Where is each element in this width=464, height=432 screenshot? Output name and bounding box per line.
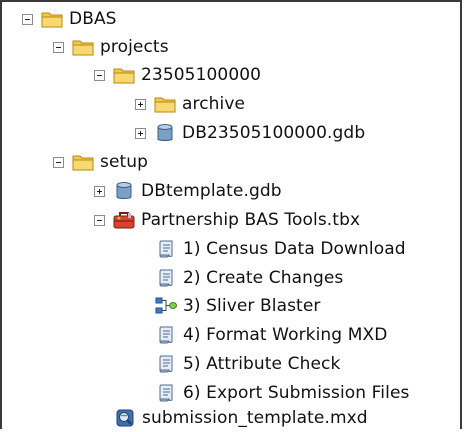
tree-item-dbas[interactable]: DBAS [22, 5, 117, 33]
folder-icon [72, 37, 94, 57]
folder-icon [72, 152, 94, 172]
tool-sliver-blaster[interactable]: 3) Sliver Blaster [155, 292, 320, 320]
tool-label: 1) Census Data Download [183, 239, 406, 259]
script-icon [155, 383, 177, 403]
tool-census-data-download[interactable]: 1) Census Data Download [155, 235, 406, 263]
script-icon [155, 239, 177, 259]
tree-item-label: archive [182, 94, 246, 114]
tree-item-label: Partnership BAS Tools.tbx [141, 210, 361, 230]
tree-item-label: setup [100, 152, 149, 172]
tool-label: 5) Attribute Check [183, 354, 341, 374]
collapse-toggle[interactable] [94, 214, 105, 226]
script-icon [155, 268, 177, 288]
folder-icon [113, 65, 135, 85]
tree-item-label: DB23505100000.gdb [182, 123, 366, 143]
geodatabase-icon [154, 123, 176, 143]
catalog-tree-panel: DBAS projects 23505100000 archive DB2350… [0, 0, 462, 429]
expand-toggle[interactable] [135, 127, 146, 139]
script-icon [155, 325, 177, 345]
tree-item-label: DBAS [69, 9, 117, 29]
map-document-icon [114, 408, 136, 428]
tree-item-label: DBtemplate.gdb [141, 181, 282, 201]
tool-create-changes[interactable]: 2) Create Changes [155, 264, 343, 292]
tool-attribute-check[interactable]: 5) Attribute Check [155, 350, 340, 378]
tree-item-db23505100000-gdb[interactable]: DB23505100000.gdb [135, 119, 365, 147]
geodatabase-icon [113, 181, 135, 201]
folder-icon [41, 9, 63, 29]
tool-label: 4) Format Working MXD [183, 325, 388, 345]
tool-label: 3) Sliver Blaster [183, 296, 321, 316]
tree-item-label: submission_template.mxd [142, 408, 368, 428]
collapse-toggle[interactable] [53, 156, 64, 168]
tree-item-label: 23505100000 [141, 65, 262, 85]
tree-item-archive[interactable]: archive [135, 90, 245, 118]
tool-export-submission-files[interactable]: 6) Export Submission Files [155, 379, 409, 407]
tree-item-23505100000[interactable]: 23505100000 [94, 61, 261, 89]
collapse-toggle[interactable] [22, 13, 33, 25]
tree-item-setup[interactable]: setup [53, 148, 148, 176]
expand-toggle[interactable] [135, 98, 146, 110]
script-icon [155, 354, 177, 374]
expand-toggle[interactable] [94, 185, 105, 197]
model-icon [155, 296, 177, 316]
collapse-toggle[interactable] [94, 69, 105, 81]
tree-item-dbtemplate-gdb[interactable]: DBtemplate.gdb [94, 177, 282, 205]
tool-label: 2) Create Changes [183, 268, 344, 288]
tree-item-label: projects [100, 37, 169, 57]
tree-item-submission-template-mxd[interactable]: submission_template.mxd [114, 404, 368, 432]
tree-item-projects[interactable]: projects [53, 33, 169, 61]
tool-format-working-mxd[interactable]: 4) Format Working MXD [155, 321, 387, 349]
tree-item-partnership-bas-tools-tbx[interactable]: Partnership BAS Tools.tbx [94, 206, 360, 234]
folder-icon [154, 94, 176, 114]
toolbox-icon [113, 210, 135, 230]
collapse-toggle[interactable] [53, 41, 64, 53]
tool-label: 6) Export Submission Files [183, 383, 410, 403]
